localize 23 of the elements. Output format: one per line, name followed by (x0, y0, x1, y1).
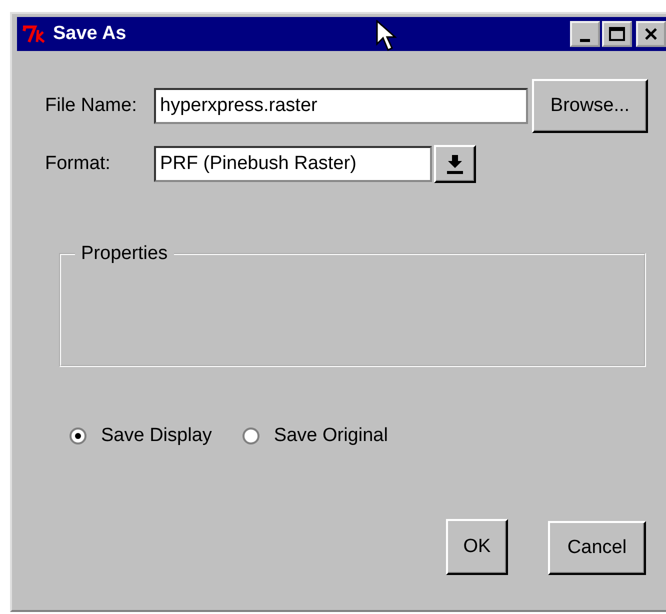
file-name-field[interactable]: hyperxpress.raster (154, 88, 528, 124)
format-label: Format: (45, 153, 112, 175)
radio-option[interactable]: Save Original (242, 425, 388, 447)
maximize-icon (609, 27, 625, 41)
radio-button[interactable] (69, 427, 87, 445)
dropdown-button[interactable] (434, 145, 476, 183)
minimize-icon (580, 38, 590, 42)
browse-button[interactable]: Browse... (532, 79, 648, 133)
close-button[interactable] (636, 21, 666, 47)
cancel-button[interactable]: Cancel (548, 521, 646, 575)
file-name-label: File Name: (45, 95, 138, 117)
window-title: Save As (53, 23, 126, 45)
ok-button[interactable]: OK (446, 519, 508, 575)
format-field[interactable]: PRF (Pinebush Raster) (154, 146, 432, 182)
close-icon (644, 27, 658, 41)
properties-title: Properties (75, 243, 174, 265)
minimize-button[interactable] (570, 21, 600, 47)
cursor-icon (376, 20, 400, 54)
logo-icon (21, 24, 47, 44)
down-arrow-icon (446, 154, 464, 174)
radio-button[interactable] (242, 427, 260, 445)
radio-option[interactable]: Save Display (69, 425, 212, 447)
maximize-button[interactable] (602, 21, 632, 47)
